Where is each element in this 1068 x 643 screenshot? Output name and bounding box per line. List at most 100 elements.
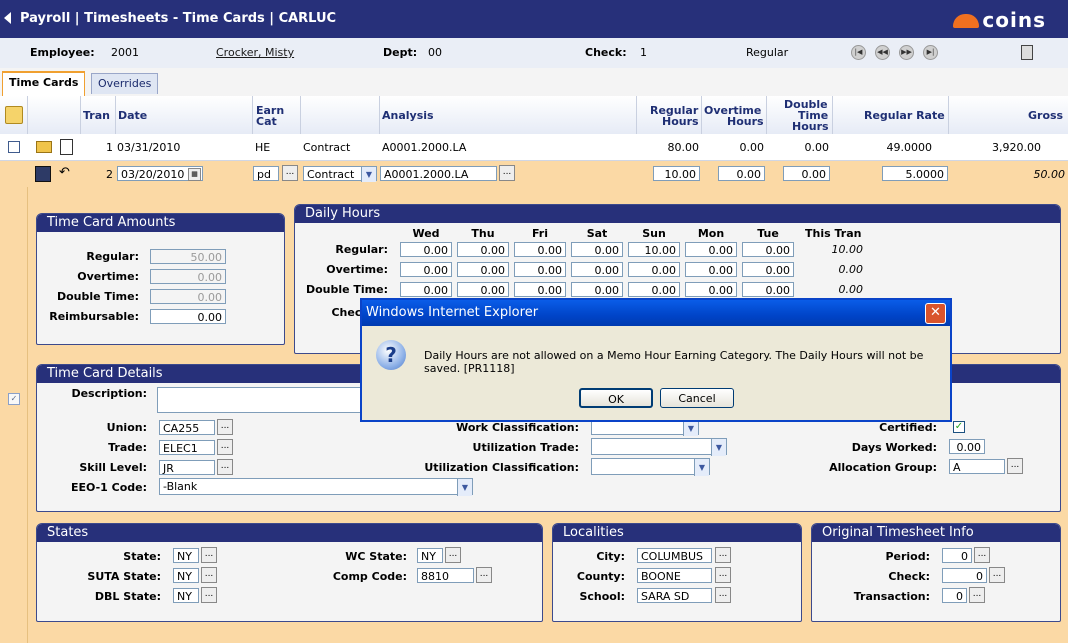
comp-code-lookup-button[interactable]: ... — [476, 567, 492, 583]
row-detail-strip: ✓ — [0, 187, 28, 643]
daily-hours-input[interactable]: 0.00 — [571, 242, 623, 257]
undo-icon[interactable]: ↶ — [59, 166, 70, 180]
alloc-group-input[interactable]: A — [949, 459, 1005, 474]
last-record-icon[interactable]: ▶| — [923, 45, 938, 60]
certified-checkbox[interactable]: ✓ — [953, 421, 965, 433]
calculator-icon[interactable] — [1021, 45, 1033, 60]
amount-reimb-input[interactable]: 0.00 — [150, 309, 226, 324]
daily-hours-input[interactable]: 0.00 — [628, 282, 680, 297]
union-lookup-button[interactable]: ... — [217, 419, 233, 435]
orig-check-lookup-button[interactable]: ... — [989, 567, 1005, 583]
chevron-down-icon: ▼ — [694, 459, 709, 476]
trade-input[interactable]: ELEC1 — [159, 440, 215, 455]
union-input[interactable]: CA255 — [159, 420, 215, 435]
school-lookup-button[interactable]: ... — [715, 587, 731, 603]
city-lookup-button[interactable]: ... — [715, 547, 731, 563]
table-row-editing[interactable]: ↶ 2 03/20/2010 ▦ pd ... Contract ▼ A0001.2… — [0, 161, 1068, 187]
daily-hours-input[interactable]: 10.00 — [628, 242, 680, 257]
daily-hours-input[interactable]: 0.00 — [514, 242, 566, 257]
skill-level-lookup-button[interactable]: ... — [217, 459, 233, 475]
state-input[interactable]: NY — [173, 548, 199, 563]
daily-hours-input[interactable]: 0.00 — [628, 262, 680, 277]
col-regular-rate: Regular Rate — [864, 109, 945, 122]
row2-regular-rate-input[interactable]: 5.0000 — [882, 166, 948, 181]
daily-hours-input[interactable]: 0.00 — [400, 262, 452, 277]
daily-hours-input[interactable]: 0.00 — [742, 262, 794, 277]
city-input[interactable]: COLUMBUS — [637, 548, 712, 563]
view-document-icon[interactable] — [60, 139, 73, 155]
day-header-mon: Mon — [697, 227, 725, 240]
skill-level-input[interactable]: JR — [159, 460, 215, 475]
calendar-icon[interactable]: ▦ — [188, 168, 201, 181]
daily-hours-input[interactable]: 0.00 — [685, 282, 737, 297]
certified-label: Certified: — [879, 421, 937, 434]
ok-button[interactable]: OK — [579, 388, 653, 408]
alloc-group-lookup-button[interactable]: ... — [1007, 458, 1023, 474]
earn-cat-lookup-button[interactable]: ... — [282, 165, 298, 181]
wc-state-input[interactable]: NY — [417, 548, 443, 563]
dbl-state-input[interactable]: NY — [173, 588, 199, 603]
row2-earn-cat-input[interactable]: pd — [253, 166, 279, 181]
analysis-lookup-button[interactable]: ... — [499, 165, 515, 181]
comp-code-input[interactable]: 8810 — [417, 568, 474, 583]
days-worked-input[interactable]: 0.00 — [949, 439, 985, 454]
save-icon[interactable] — [35, 166, 51, 182]
row2-gross: 50.00 — [1033, 168, 1066, 181]
trade-lookup-button[interactable]: ... — [217, 439, 233, 455]
wc-state-lookup-button[interactable]: ... — [445, 547, 461, 563]
row2-overtime-hours-input[interactable]: 0.00 — [718, 166, 765, 181]
eeo-code-select[interactable]: -Blank ▼ — [159, 478, 473, 496]
back-arrow-icon[interactable] — [4, 12, 11, 24]
prev-record-icon[interactable]: ◀◀ — [875, 45, 890, 60]
util-class-select[interactable]: ▼ — [591, 458, 710, 476]
suta-state-label: SUTA State: — [87, 570, 161, 583]
dbl-state-lookup-button[interactable]: ... — [201, 587, 217, 603]
state-lookup-button[interactable]: ... — [201, 547, 217, 563]
daily-hours-input[interactable]: 0.00 — [400, 242, 452, 257]
suta-state-lookup-button[interactable]: ... — [201, 567, 217, 583]
next-record-icon[interactable]: ▶▶ — [899, 45, 914, 60]
daily-hours-input[interactable]: 0.00 — [685, 242, 737, 257]
transaction-lookup-button[interactable]: ... — [969, 587, 985, 603]
work-class-select[interactable]: ▼ — [591, 420, 699, 436]
county-lookup-button[interactable]: ... — [715, 567, 731, 583]
daily-hours-input[interactable]: 0.00 — [685, 262, 737, 277]
util-trade-select[interactable]: ▼ — [591, 438, 727, 456]
daily-hours-input[interactable]: 0.00 — [571, 282, 623, 297]
daily-hours-input[interactable]: 0.00 — [457, 262, 509, 277]
open-folder-icon[interactable] — [36, 141, 52, 153]
orig-check-input[interactable]: 0 — [942, 568, 987, 583]
employee-name-link[interactable]: Crocker, Misty — [216, 46, 294, 59]
suta-state-input[interactable]: NY — [173, 568, 199, 583]
period-lookup-button[interactable]: ... — [974, 547, 990, 563]
daily-hours-input[interactable]: 0.00 — [514, 282, 566, 297]
description-input[interactable] — [157, 387, 367, 413]
row2-date-input[interactable]: 03/20/2010 ▦ — [117, 166, 203, 181]
daily-hours-input[interactable]: 0.00 — [742, 282, 794, 297]
cancel-button[interactable]: Cancel — [660, 388, 734, 408]
period-input[interactable]: 0 — [942, 548, 972, 563]
row-select-checkbox[interactable] — [8, 141, 20, 153]
county-input[interactable]: BOONE — [637, 568, 712, 583]
transaction-input[interactable]: 0 — [942, 588, 967, 603]
row-detail-checkbox[interactable]: ✓ — [8, 393, 20, 405]
add-row-icon[interactable] — [5, 106, 23, 124]
transaction-label: Transaction: — [853, 590, 930, 603]
row2-double-hours-input[interactable]: 0.00 — [783, 166, 830, 181]
table-row[interactable]: 1 03/31/2010 HE Contract A0001.2000.LA 8… — [0, 134, 1068, 161]
tab-time-cards[interactable]: Time Cards — [2, 71, 86, 96]
employee-label: Employee: — [30, 46, 95, 59]
row2-analysis-input[interactable]: A0001.2000.LA — [380, 166, 497, 181]
daily-hours-input[interactable]: 0.00 — [457, 242, 509, 257]
tab-overrides[interactable]: Overrides — [91, 73, 159, 94]
daily-hours-input[interactable]: 0.00 — [571, 262, 623, 277]
close-icon[interactable]: ✕ — [925, 303, 946, 324]
first-record-icon[interactable]: |◀ — [851, 45, 866, 60]
school-input[interactable]: SARA SD — [637, 588, 712, 603]
daily-hours-input[interactable]: 0.00 — [742, 242, 794, 257]
row2-type-select[interactable]: Contract ▼ — [303, 166, 377, 182]
daily-hours-input[interactable]: 0.00 — [400, 282, 452, 297]
row2-regular-hours-input[interactable]: 10.00 — [653, 166, 700, 181]
daily-hours-input[interactable]: 0.00 — [457, 282, 509, 297]
daily-hours-input[interactable]: 0.00 — [514, 262, 566, 277]
